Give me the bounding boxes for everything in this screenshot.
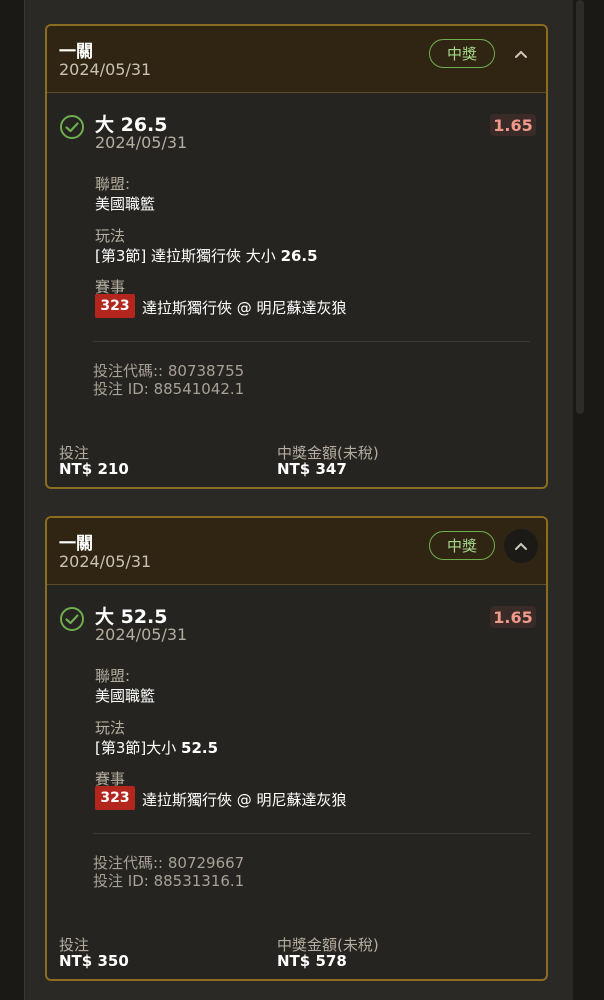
play-label: 玩法 [95, 719, 126, 737]
bet-type: 一關 [59, 42, 93, 62]
event-name: 達拉斯獨行俠 @ 明尼蘇達灰狼 [142, 791, 347, 809]
bet-card: 一關 2024/05/31 中獎 大 26.5 2024/05/31 1.65 … [45, 24, 548, 489]
bet-id: 投注 ID: 88531316.1 [93, 872, 245, 890]
check-circle-icon [60, 115, 84, 139]
chevron-up-icon[interactable] [504, 37, 538, 71]
divider [93, 833, 530, 834]
play-prefix: [第3節] 達拉斯獨行俠 大小 [95, 247, 281, 265]
event-number-badge: 323 [95, 294, 135, 318]
bet-card-header[interactable]: 一關 2024/05/31 中獎 [47, 518, 546, 585]
play-label: 玩法 [95, 227, 126, 245]
bet-id: 投注 ID: 88541042.1 [93, 380, 245, 398]
pick-date: 2024/05/31 [95, 625, 188, 644]
odds-badge: 1.65 [490, 114, 536, 136]
stake-value: NT$ 350 [59, 952, 129, 970]
check-circle-icon [60, 607, 84, 631]
pick-date: 2024/05/31 [95, 133, 188, 152]
bet-date: 2024/05/31 [59, 552, 152, 571]
status-badge: 中獎 [429, 531, 495, 560]
league-value: 美國職籃 [95, 195, 156, 213]
status-badge: 中獎 [429, 39, 495, 68]
divider [93, 341, 530, 342]
bet-card: 一關 2024/05/31 中獎 大 52.5 2024/05/31 1.65 … [45, 516, 548, 981]
play-prefix: [第3節]大小 [95, 739, 182, 757]
stake-value: NT$ 210 [59, 460, 129, 478]
bet-card-header[interactable]: 一關 2024/05/31 中獎 [47, 26, 546, 93]
league-value: 美國職籃 [95, 687, 156, 705]
payout-value: NT$ 347 [277, 460, 347, 478]
left-gutter [0, 0, 24, 1000]
odds-badge: 1.65 [490, 606, 536, 628]
scrollbar-thumb[interactable] [576, 0, 584, 414]
payout-value: NT$ 578 [277, 952, 347, 970]
chevron-up-icon[interactable] [504, 529, 538, 563]
play-value: [第3節]大小 52.5 [95, 737, 218, 758]
event-name: 達拉斯獨行俠 @ 明尼蘇達灰狼 [142, 299, 347, 317]
event-number-badge: 323 [95, 786, 135, 810]
play-number: 26.5 [280, 247, 318, 265]
league-label: 聯盟: [95, 175, 131, 193]
play-number: 52.5 [181, 739, 219, 757]
bet-date: 2024/05/31 [59, 60, 152, 79]
play-value: [第3節] 達拉斯獨行俠 大小 26.5 [95, 245, 318, 266]
league-label: 聯盟: [95, 667, 131, 685]
bet-type: 一關 [59, 534, 93, 554]
